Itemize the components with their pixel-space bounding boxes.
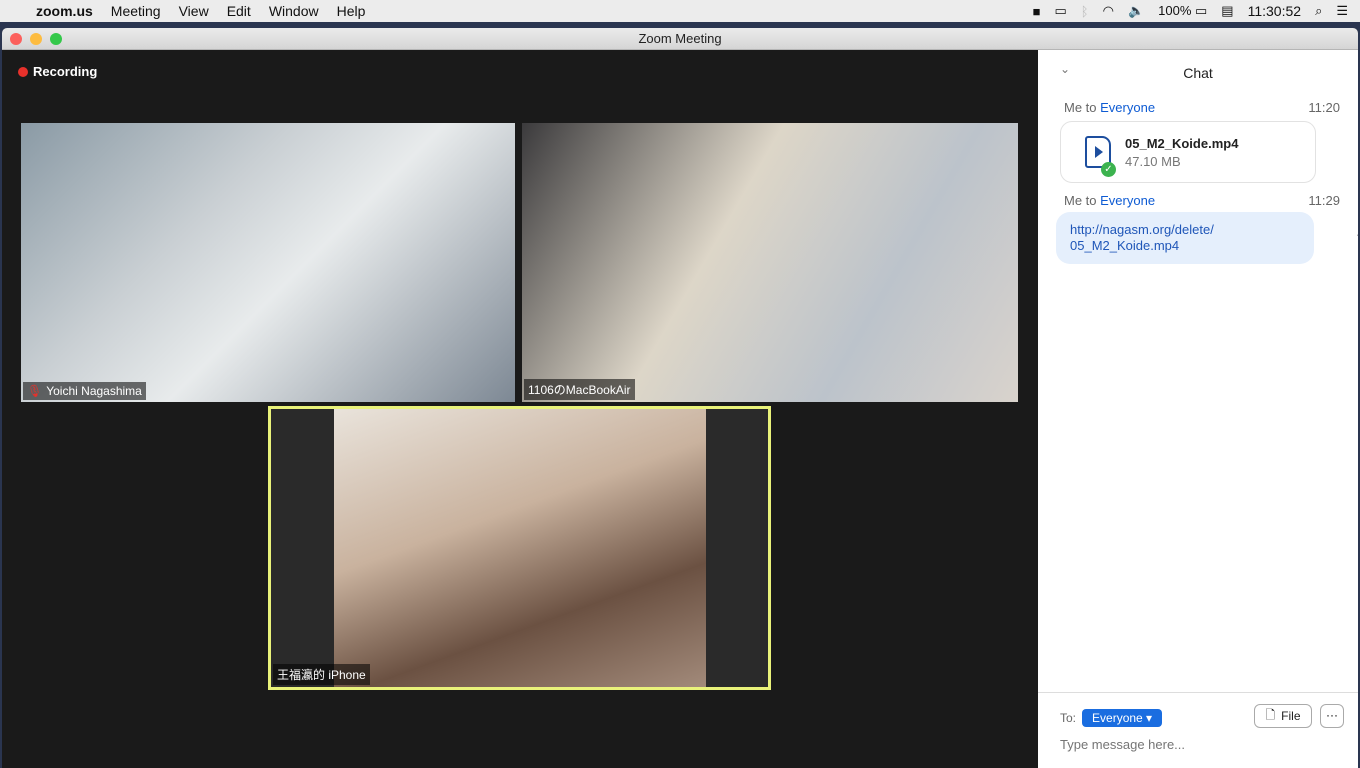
active-speaker-tile[interactable]: 王福瀛的 iPhone (268, 406, 771, 690)
menu-bar: zoom.us Meeting View Edit Window Help ■ … (0, 0, 1360, 22)
wifi-icon[interactable]: ◠ (1103, 3, 1114, 19)
battery-icon[interactable]: ▭ (1195, 3, 1207, 18)
menu-window[interactable]: Window (269, 3, 319, 19)
file-button[interactable]: 🗋 File (1254, 704, 1312, 728)
zoom-window: Zoom Meeting Recording 🎙 Yoichi Nagashima… (2, 28, 1358, 768)
chat-panel: ⌄ Chat Me to Everyone 11:20 ✓ 05_M2_Koide.… (1038, 50, 1358, 768)
chat-compose: To: Everyone ▾ 🗋 File ··· (1038, 692, 1358, 768)
close-button[interactable] (10, 33, 22, 45)
recording-dot-icon (18, 66, 28, 77)
participant-name: 王福瀛的 iPhone (277, 668, 366, 682)
chat-input[interactable] (1060, 737, 1340, 752)
menu-help[interactable]: Help (337, 3, 366, 19)
message-more-button[interactable]: ··· (1356, 226, 1358, 242)
zoom-status-icon[interactable]: ■ (1033, 4, 1041, 19)
zoom-button[interactable] (50, 33, 62, 45)
video-feed (334, 409, 706, 687)
chat-message: http://nagasm.org/delete/ 05_M2_Koide.mp… (1056, 212, 1358, 264)
recipient-link[interactable]: Everyone (1100, 100, 1155, 115)
video-tile[interactable]: 1106のMacBookAir (522, 123, 1018, 402)
file-size: 47.10 MB (1125, 153, 1181, 169)
chevron-down-icon[interactable]: ⌄ (1060, 62, 1070, 76)
title-bar: Zoom Meeting (2, 28, 1358, 50)
window-title: Zoom Meeting (638, 31, 722, 46)
message-time: 11:20 (1308, 100, 1340, 115)
participant-name: Yoichi Nagashima (46, 384, 142, 398)
sender: Me to (1064, 193, 1101, 208)
to-label: To: (1060, 711, 1077, 725)
menu-edit[interactable]: Edit (227, 3, 251, 19)
video-tile[interactable]: 🎙 Yoichi Nagashima (21, 123, 515, 402)
recipient-link[interactable]: Everyone (1100, 193, 1155, 208)
clock[interactable]: 11:30:52 (1248, 3, 1301, 19)
notification-center-icon[interactable]: ☰ (1336, 3, 1348, 19)
airplay-icon[interactable]: ▭ (1054, 3, 1066, 19)
video-area: Recording 🎙 Yoichi Nagashima 1106のMacBook… (2, 50, 1036, 768)
participant-name: 1106のMacBookAir (528, 383, 631, 397)
battery-percent: 100% (1158, 3, 1192, 18)
flag-icon[interactable]: ▤ (1221, 3, 1233, 19)
file-icon: 🗋 (1265, 707, 1276, 722)
message-meta: Me to Everyone 11:29 (1038, 193, 1358, 208)
recipient-dropdown[interactable]: Everyone ▾ (1082, 709, 1163, 727)
check-icon: ✓ (1101, 162, 1116, 177)
file-attachment[interactable]: ✓ 05_M2_Koide.mp4 47.10 MB (1060, 121, 1316, 183)
bluetooth-icon[interactable]: ᛒ (1081, 4, 1089, 19)
sender: Me to (1064, 100, 1101, 115)
minimize-button[interactable] (30, 33, 42, 45)
menu-view[interactable]: View (179, 3, 209, 19)
file-button-label: File (1281, 709, 1301, 723)
file-name: 05_M2_Koide.mp4 (1125, 135, 1239, 151)
more-button[interactable]: ··· (1320, 704, 1344, 728)
message-link[interactable]: http://nagasm.org/delete/ 05_M2_Koide.mp… (1070, 222, 1214, 253)
recording-label: Recording (33, 64, 98, 79)
chat-title: Chat (1183, 65, 1213, 81)
recording-indicator[interactable]: Recording (18, 64, 97, 79)
volume-icon[interactable]: 🔈 (1128, 3, 1144, 19)
menu-meeting[interactable]: Meeting (111, 3, 161, 19)
message-meta: Me to Everyone 11:20 (1038, 100, 1358, 115)
muted-mic-icon: 🎙 (27, 384, 43, 398)
message-time: 11:29 (1308, 193, 1340, 208)
menu-app[interactable]: zoom.us (36, 3, 93, 19)
spotlight-icon[interactable]: ⌕ (1315, 3, 1322, 19)
